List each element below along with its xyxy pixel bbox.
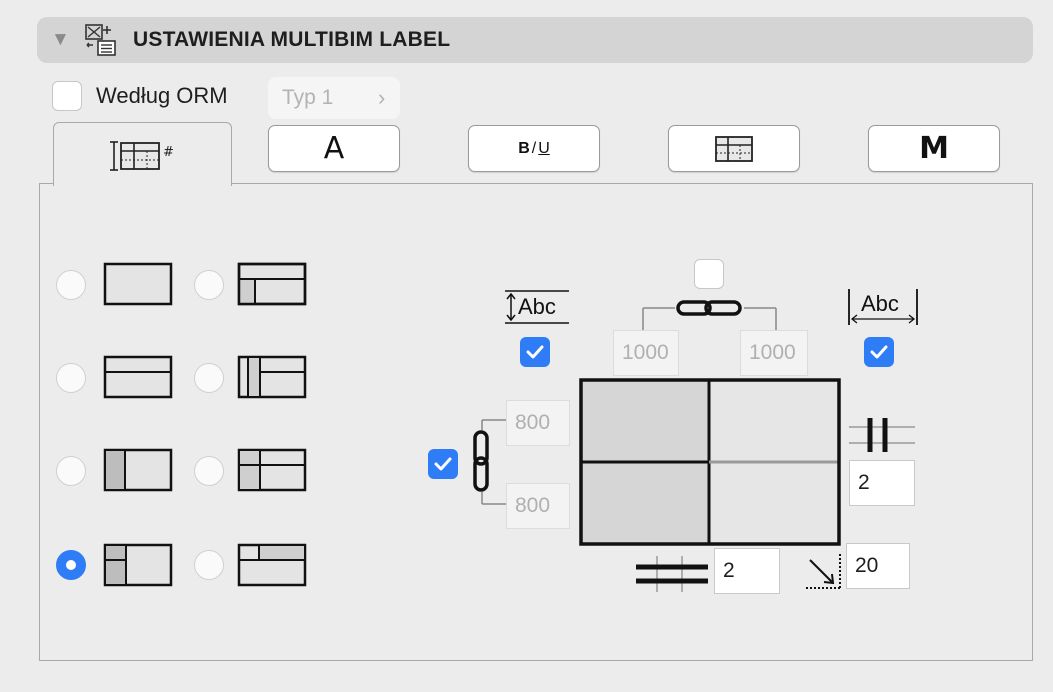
corner-offset-field[interactable]: 20: [846, 543, 910, 589]
table-layout-icon: #: [110, 141, 174, 171]
tab-table-grid[interactable]: [668, 125, 800, 172]
layout-radio-8[interactable]: [194, 550, 224, 580]
layout-two-rows-icon[interactable]: [103, 355, 173, 399]
layout-left-column-icon[interactable]: [103, 448, 173, 492]
layout-radio-5[interactable]: [56, 456, 86, 486]
layout-radio-7[interactable]: [56, 550, 86, 580]
text-width-icon: Abc: [846, 287, 920, 327]
tab-text-style[interactable]: B / U: [468, 125, 600, 172]
text-height-label: Abc: [518, 294, 556, 319]
slash-label: /: [531, 139, 537, 157]
link-heights-checkbox[interactable]: [428, 449, 458, 479]
text-height-icon: Abc: [503, 289, 571, 325]
height-top-field[interactable]: 800: [506, 400, 570, 446]
chevron-right-icon: ›: [378, 85, 386, 110]
orm-label: Według ORM: [96, 83, 228, 108]
text-width-label: Abc: [861, 291, 899, 316]
bold-label: B: [518, 139, 530, 157]
layout-left-column-split-icon[interactable]: [237, 355, 307, 399]
m-icon: M: [919, 131, 949, 166]
section-title: USTAWIENIA MULTIBIM LABEL: [133, 28, 451, 51]
chain-link-horizontal-icon: [642, 300, 777, 330]
section-header[interactable]: ▼ USTAWIENIA MULTIBIM LABEL: [37, 17, 1033, 63]
disclosure-triangle-icon[interactable]: ▼: [51, 29, 70, 51]
layout-header-right-icon[interactable]: [237, 543, 307, 587]
text-width-checkbox[interactable]: [864, 337, 894, 367]
row-gap-field[interactable]: 2: [714, 548, 780, 594]
type-select-value: Typ 1: [282, 86, 334, 109]
column-gap-field[interactable]: 2: [849, 460, 915, 506]
table-preview: [579, 378, 841, 546]
layout-header-split-bottom-icon[interactable]: [237, 262, 307, 306]
layout-radio-6[interactable]: [194, 456, 224, 486]
table-grid-icon: [715, 135, 753, 162]
layout-radio-1[interactable]: [56, 270, 86, 300]
layout-radio-2[interactable]: [194, 270, 224, 300]
layout-single-cell-icon[interactable]: [103, 262, 173, 306]
orm-checkbox[interactable]: [52, 81, 82, 111]
row-gap-icon: [636, 556, 708, 592]
layout-left-column-header-icon[interactable]: [103, 543, 173, 587]
underline-label: U: [538, 139, 550, 157]
label-settings-icon: [85, 24, 116, 56]
layout-radio-4[interactable]: [194, 363, 224, 393]
chain-link-vertical-icon: [473, 419, 508, 505]
corner-offset-icon: [806, 554, 842, 590]
tab-font[interactable]: A: [268, 125, 400, 172]
column-gap-icon: [849, 418, 915, 452]
text-style-icon: B / U: [469, 126, 599, 171]
tab-m[interactable]: M: [868, 125, 1000, 172]
width-right-field[interactable]: 1000: [740, 330, 808, 376]
svg-text:#: #: [163, 145, 174, 160]
tab-table-layout[interactable]: #: [53, 122, 232, 186]
height-bottom-field[interactable]: 800: [506, 483, 570, 529]
text-height-checkbox[interactable]: [520, 337, 550, 367]
layout-radio-3[interactable]: [56, 363, 86, 393]
font-icon: A: [323, 131, 345, 166]
width-left-field[interactable]: 1000: [613, 330, 679, 376]
layout-header-left-column-icon[interactable]: [237, 448, 307, 492]
link-widths-checkbox[interactable]: [694, 259, 724, 289]
type-select[interactable]: Typ 1 ›: [268, 77, 400, 119]
